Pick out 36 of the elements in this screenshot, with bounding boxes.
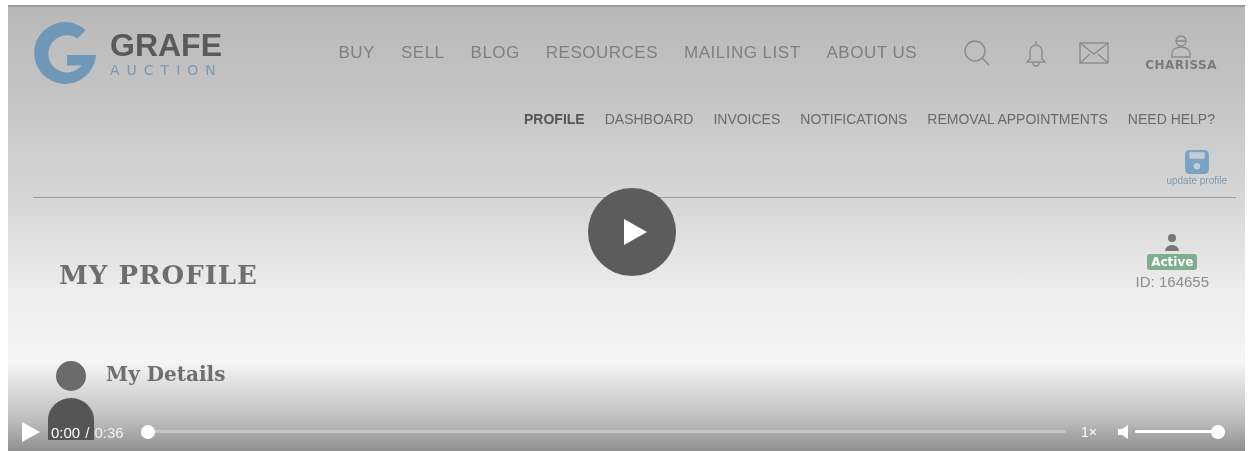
nav-link[interactable]: ABOUT US <box>826 43 918 63</box>
user-name[interactable]: CHARISSA <box>1145 58 1217 72</box>
avatar-icon <box>48 360 94 440</box>
subnav-tab[interactable]: DASHBOARD <box>604 111 694 127</box>
nav-link[interactable]: MAILING LIST <box>684 43 801 63</box>
progress-bar[interactable] <box>140 425 1067 439</box>
time-separator: / <box>85 423 90 441</box>
play-icon <box>622 218 648 246</box>
person-icon <box>1164 233 1181 251</box>
nav-link[interactable]: RESOURCES <box>545 43 658 63</box>
update-profile-button[interactable]: update profile <box>1166 149 1227 195</box>
play-icon[interactable] <box>22 422 40 442</box>
speed-button[interactable]: 1× <box>1081 424 1097 440</box>
section-title: My Details <box>106 362 226 386</box>
mail-icon[interactable] <box>1079 42 1110 64</box>
user-icon[interactable] <box>1170 34 1193 58</box>
duration: 0:36 <box>94 423 124 441</box>
save-icon <box>1183 149 1210 175</box>
volume-slider[interactable] <box>1135 425 1225 439</box>
status-badge: Active <box>1147 254 1198 270</box>
page-title: MY PROFILE <box>59 260 258 290</box>
subnav-tab[interactable]: INVOICES <box>713 111 781 127</box>
volume-icon[interactable] <box>1118 425 1130 439</box>
nav-link[interactable]: BLOG <box>470 43 520 63</box>
nav-link[interactable]: SELL <box>400 43 445 63</box>
subnav-tab[interactable]: NEED HELP? <box>1127 111 1215 127</box>
account-id: ID: 164655 <box>1135 273 1209 290</box>
nav-link[interactable]: BUY <box>338 43 375 63</box>
subnav-tab[interactable]: NOTIFICATIONS <box>800 111 908 127</box>
logo-icon <box>32 20 98 86</box>
current-time: 0:00 <box>51 423 81 441</box>
logo-subtitle: AUCTION <box>110 63 223 77</box>
subnav-tab[interactable]: PROFILE <box>524 111 585 127</box>
logo-title: GRAFE <box>110 29 223 61</box>
bell-icon[interactable] <box>1025 39 1048 67</box>
subnav-tab[interactable]: REMOVAL APPOINTMENTS <box>927 111 1108 127</box>
